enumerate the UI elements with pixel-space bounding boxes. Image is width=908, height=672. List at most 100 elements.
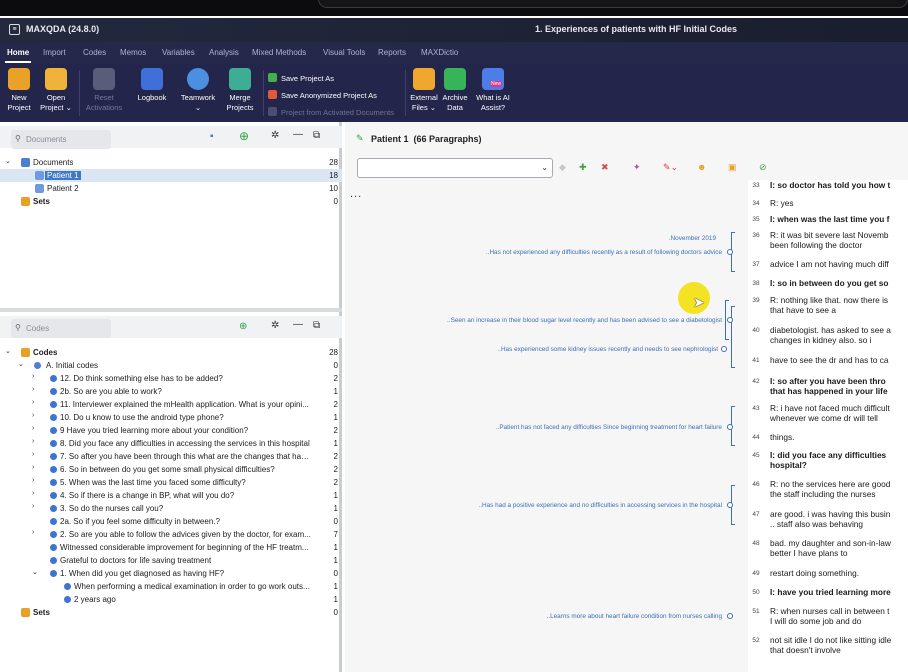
- minimize-icon[interactable]: —: [293, 319, 303, 330]
- paragraph[interactable]: 39 R: nothing like that. now there is that…: [748, 295, 908, 317]
- chevron-right-icon[interactable]: ›: [32, 529, 34, 536]
- save-project-as-button[interactable]: Save Project As: [268, 70, 394, 87]
- pen-icon[interactable]: ✎⌄: [663, 162, 678, 173]
- paragraph[interactable]: 35 I: when was the last time you f: [748, 214, 908, 228]
- paragraph[interactable]: 49 restart doing something.: [748, 568, 908, 582]
- memo-link-icon[interactable]: [727, 424, 733, 430]
- edit-icon[interactable]: ✎: [356, 133, 364, 144]
- paragraph[interactable]: 43 R: i have not faced much difficult when…: [748, 403, 908, 425]
- documents-root[interactable]: ⌄ Documents 28: [0, 156, 342, 169]
- code-item[interactable]: › 7. So after you have been through this …: [0, 450, 342, 463]
- paragraph[interactable]: 38 I: so in between do you get so: [748, 278, 908, 292]
- coded-segment-memo[interactable]: ..Has experienced some kidney issues rec…: [497, 346, 718, 353]
- paragraph[interactable]: 34 R: yes: [748, 198, 908, 212]
- emoticon-icon[interactable]: ☻: [697, 162, 706, 172]
- code-item[interactable]: › 6. So in between do you get some small …: [0, 463, 342, 476]
- memo-link-icon[interactable]: [727, 502, 733, 508]
- chevron-right-icon[interactable]: ›: [32, 464, 34, 471]
- new-project-button[interactable]: New Project: [0, 68, 40, 113]
- code-item[interactable]: › 9 Have you tried learning more about yo…: [0, 424, 342, 437]
- remove-code-icon[interactable]: ✖: [601, 162, 609, 173]
- document-item[interactable]: Patient 1 18: [0, 169, 342, 182]
- undock-icon[interactable]: ⧉: [313, 130, 320, 141]
- paragraph[interactable]: 51 R: when nurses call in between tI will…: [748, 606, 908, 628]
- tab-import[interactable]: Import: [43, 48, 66, 57]
- ai-assist-button[interactable]: New What is AI Assist?: [472, 68, 514, 113]
- logbook-button[interactable]: Logbook: [131, 68, 173, 103]
- code-item[interactable]: Witnessed considerable improvement for b…: [0, 541, 342, 554]
- coded-segment-memo[interactable]: ..Has not experienced any difficulties r…: [486, 249, 722, 256]
- tab-codes[interactable]: Codes: [83, 48, 106, 57]
- chevron-right-icon[interactable]: ›: [32, 412, 34, 419]
- tab-memos[interactable]: Memos: [120, 48, 146, 57]
- project-from-activated-button[interactable]: Project from Activated Documents: [268, 104, 394, 121]
- paragraph[interactable]: 41 have to see the dr and has to ca: [748, 355, 908, 369]
- tab-reports[interactable]: Reports: [378, 48, 406, 57]
- paragraph[interactable]: 52 not sit idle I do not like sitting idl…: [748, 635, 908, 657]
- code-item[interactable]: › 10. Do u know to use the android type p…: [0, 411, 342, 424]
- memo-link-icon[interactable]: [727, 317, 733, 323]
- undock-icon[interactable]: ⧉: [313, 320, 320, 331]
- coded-segment-memo[interactable]: ..Learns more about heart failure condit…: [547, 613, 722, 620]
- highlight-icon[interactable]: ✦: [633, 162, 641, 173]
- codes-root[interactable]: ⌄ Codes 28: [0, 346, 342, 359]
- coded-segment-memo[interactable]: ..Patient has not faced any difficulties…: [496, 424, 722, 431]
- paragraph[interactable]: 36 R: it was bit severe last Novemb been f…: [748, 230, 908, 252]
- paragraph[interactable]: 42 I: so after you have been thro that has…: [748, 376, 908, 398]
- code-item[interactable]: › 4. So if there is a change in BP, what …: [0, 489, 342, 502]
- gear-icon[interactable]: ✲: [271, 320, 279, 331]
- documents-search-input[interactable]: ⚲ Documents: [11, 130, 111, 149]
- code-item[interactable]: › 2. So are you able to follow the advice…: [0, 528, 342, 541]
- panel-splitter[interactable]: [0, 308, 342, 312]
- code-item[interactable]: When performing a medical examination in…: [0, 580, 342, 593]
- chevron-right-icon[interactable]: ›: [32, 425, 34, 432]
- code-item[interactable]: Grateful to doctors for life saving trea…: [0, 554, 342, 567]
- code-selector-dropdown[interactable]: ⌄: [357, 158, 553, 178]
- paragraph[interactable]: 37 advice I am not having much diff: [748, 259, 908, 273]
- code-item[interactable]: › 12. Do think something else has to be a…: [0, 372, 342, 385]
- chevron-right-icon[interactable]: ›: [32, 373, 34, 380]
- tab-analysis[interactable]: Analysis: [209, 48, 239, 57]
- more-options[interactable]: ...: [350, 188, 362, 200]
- paragraph[interactable]: 45 I: did you face any difficulties hospit…: [748, 450, 908, 472]
- code-item[interactable]: › 3. So do the nurses call you? 1: [0, 502, 342, 515]
- paragraph[interactable]: 46 R: no the services here are good the st…: [748, 479, 908, 501]
- chevron-down-icon[interactable]: ⌄: [18, 360, 24, 368]
- paragraph[interactable]: 33 I: so doctor has told you how t: [748, 180, 908, 194]
- coded-segment-memo[interactable]: ..Seen an increase in their blood sugar …: [447, 317, 722, 324]
- tab-variables[interactable]: Variables: [162, 48, 195, 57]
- code-item[interactable]: ⌄ A. Initial codes 0: [0, 359, 342, 372]
- code-item[interactable]: ⌄ 1. When did you get diagnosed as having…: [0, 567, 342, 580]
- code-item[interactable]: › 8. Did you face any difficulties in acc…: [0, 437, 342, 450]
- code-stripe[interactable]: [731, 306, 735, 368]
- document-item[interactable]: Patient 2 10: [0, 182, 342, 195]
- save-anonymized-button[interactable]: Save Anonymized Project As: [268, 87, 394, 104]
- paragraph[interactable]: 50 I: have you tried learning more: [748, 587, 908, 601]
- tab-maxdictio[interactable]: MAXDictio: [421, 48, 458, 57]
- paragraph[interactable]: 48 bad. my daughter and son-in-law better …: [748, 538, 908, 560]
- code-sets[interactable]: Sets 0: [0, 606, 342, 619]
- chevron-down-icon[interactable]: ⌄: [32, 568, 38, 576]
- tab-visual-tools[interactable]: Visual Tools: [323, 48, 365, 57]
- code-item[interactable]: › 11. Interviewer explained the mHealth a…: [0, 398, 342, 411]
- chevron-right-icon[interactable]: ›: [32, 386, 34, 393]
- coded-segment-memo[interactable]: ..Has had a positive experience and no d…: [478, 502, 722, 509]
- coded-segment-memo[interactable]: .November 2019: [669, 235, 716, 242]
- chevron-right-icon[interactable]: ›: [32, 399, 34, 406]
- codes-search-input[interactable]: ⚲ Codes: [11, 319, 111, 338]
- code-item[interactable]: › 2b. So are you able to work? 1: [0, 385, 342, 398]
- chevron-right-icon[interactable]: ›: [32, 490, 34, 497]
- paragraph[interactable]: 44 things.: [748, 432, 908, 446]
- code-item[interactable]: › 5. When was the last time you faced som…: [0, 476, 342, 489]
- link-icon[interactable]: ⊘: [759, 162, 767, 173]
- document-sets[interactable]: Sets 0: [0, 195, 342, 208]
- os-search-field[interactable]: [318, 0, 908, 8]
- chevron-right-icon[interactable]: ›: [32, 451, 34, 458]
- paragraph[interactable]: 40 diabetologist. has asked to see a chang…: [748, 325, 908, 347]
- merge-projects-button[interactable]: Merge Projects: [219, 68, 261, 113]
- code-item[interactable]: 2 years ago 1: [0, 593, 342, 606]
- code-selection-icon[interactable]: ✚: [579, 162, 587, 173]
- quick-code-icon[interactable]: ◆: [559, 162, 566, 173]
- minimize-icon[interactable]: —: [293, 129, 303, 140]
- reset-activations-button[interactable]: Reset Activations: [83, 68, 125, 113]
